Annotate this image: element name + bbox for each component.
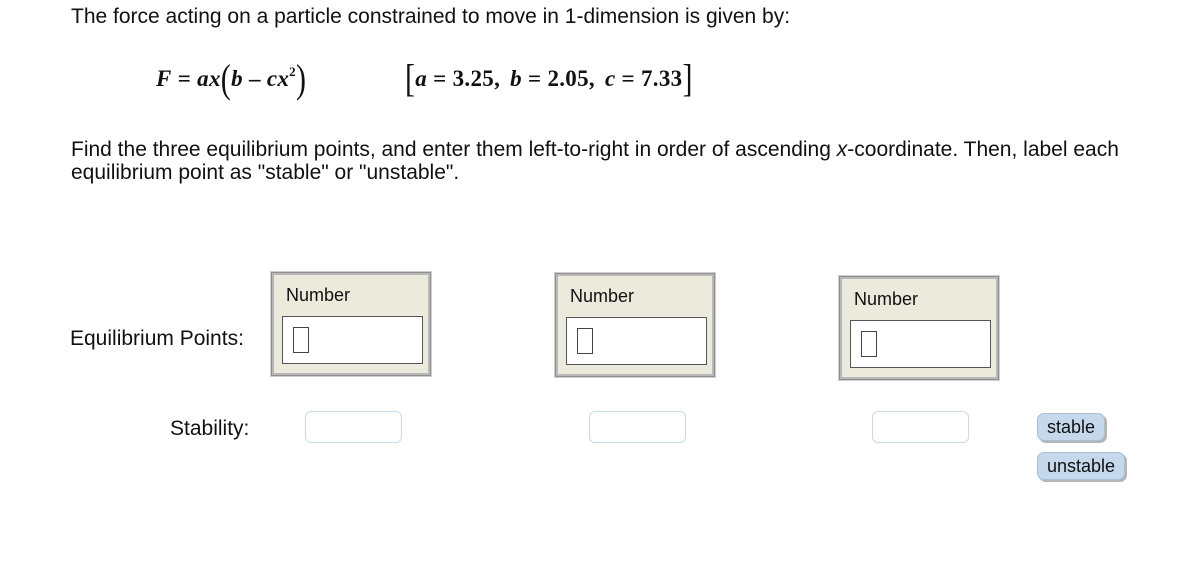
text-cursor <box>861 331 877 357</box>
formula-equals: = <box>171 66 198 91</box>
equilibrium-point-1-input[interactable] <box>282 316 423 364</box>
force-formula: F = ax(b – cx2) <box>156 57 306 102</box>
formula-F: F <box>156 66 172 91</box>
param-a-name: a <box>415 66 428 91</box>
stable-option-chip[interactable]: stable <box>1037 413 1106 441</box>
equilibrium-points-label: Equilibrium Points: <box>70 327 244 350</box>
stability-drop-target-1[interactable] <box>305 411 402 443</box>
formula-open-paren: ( <box>220 57 232 102</box>
stability-drop-target-3[interactable] <box>872 411 969 443</box>
param-c-name: c <box>604 66 616 91</box>
equilibrium-point-3-input[interactable] <box>850 320 991 368</box>
formula-x2: x <box>277 66 290 91</box>
params-open-bracket: [ <box>405 57 416 101</box>
param-c-value: = 7.33 <box>615 66 683 91</box>
equilibrium-point-3-box: Number <box>839 276 999 380</box>
param-b-name: b <box>510 66 522 91</box>
number-title: Number <box>570 286 635 306</box>
question-intro: The force acting on a particle constrain… <box>71 5 791 28</box>
equilibrium-point-2-box: Number <box>555 273 715 377</box>
param-b-value: = 2.05, <box>521 66 595 91</box>
formula-c: c <box>266 66 278 91</box>
text-cursor <box>293 327 309 353</box>
param-a-value: = 3.25, <box>427 66 501 91</box>
formula-close-paren: ) <box>295 57 307 102</box>
number-title: Number <box>286 285 351 305</box>
instruction-part-1: Find the three equilibrium points, and e… <box>71 138 837 161</box>
params-close-bracket: ] <box>682 57 693 101</box>
formula-b: b <box>231 66 243 91</box>
stability-label: Stability: <box>170 417 250 440</box>
equilibrium-point-1-box: Number <box>271 272 431 376</box>
formula-minus: – <box>242 66 267 91</box>
number-title: Number <box>854 289 919 309</box>
instruction-x: x <box>836 138 848 161</box>
unstable-option-chip[interactable]: unstable <box>1037 452 1126 480</box>
equilibrium-point-2-input[interactable] <box>566 317 707 365</box>
formula-a: a <box>197 66 209 91</box>
question-instruction: Find the three equilibrium points, and e… <box>71 138 1161 184</box>
formula-exponent: 2 <box>289 64 296 79</box>
stability-drop-target-2[interactable] <box>589 411 686 443</box>
formula-x: x <box>208 66 221 91</box>
parameters: [a = 3.25, b = 2.05, c = 7.33] <box>405 58 693 101</box>
text-cursor <box>577 328 593 354</box>
